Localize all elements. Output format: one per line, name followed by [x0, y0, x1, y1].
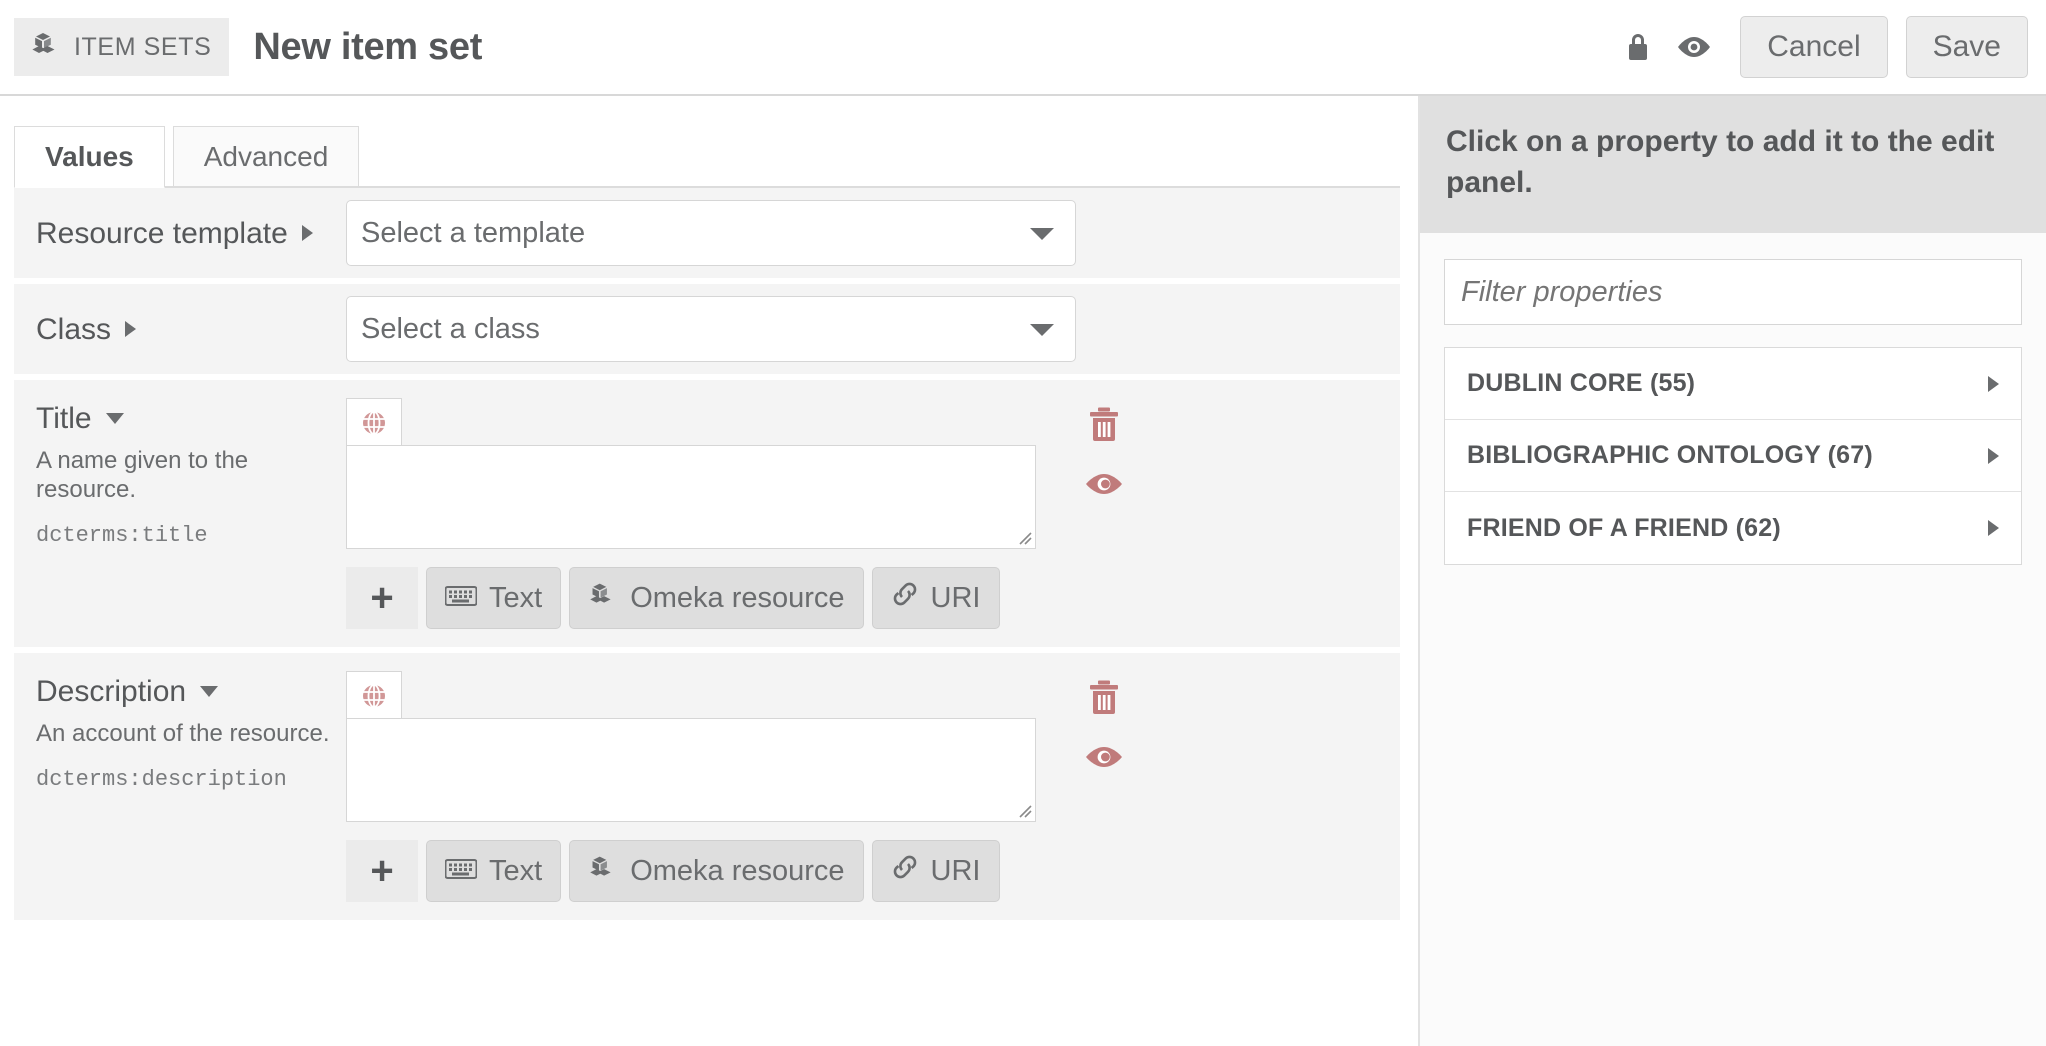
eye-icon[interactable] — [1084, 471, 1124, 502]
value-textarea-description[interactable] — [346, 718, 1036, 822]
value-type-buttons: + Text Omeka resource URI — [346, 840, 1400, 902]
globe-icon[interactable] — [346, 398, 402, 446]
link-icon — [891, 581, 919, 615]
add-value-button[interactable]: + — [346, 840, 418, 902]
page-body: Values Advanced Resource template Select… — [0, 96, 2046, 1046]
cubes-icon — [588, 855, 618, 888]
tab-advanced[interactable]: Advanced — [172, 126, 360, 188]
field-label-class: Class — [14, 313, 346, 346]
breadcrumb-label: ITEM SETS — [74, 32, 212, 61]
value-textarea-title[interactable] — [346, 445, 1036, 549]
value-row — [346, 398, 1400, 549]
resource-template-label: Resource template — [36, 216, 288, 250]
add-value-button[interactable]: + — [346, 567, 418, 629]
value-type-buttons: + Text Omeka resource URI — [346, 567, 1400, 629]
value-type-omeka-resource-button[interactable]: Omeka resource — [569, 567, 864, 629]
value-type-omeka-resource-button[interactable]: Omeka resource — [569, 840, 864, 902]
keyboard-icon — [444, 582, 478, 615]
property-title-qname: dcterms:title — [36, 522, 208, 548]
trash-icon[interactable] — [1087, 679, 1121, 722]
edit-panel: Values Advanced Resource template Select… — [0, 96, 1418, 1046]
property-description-label: Description — [36, 675, 187, 708]
property-description-values: + Text Omeka resource URI — [346, 671, 1400, 902]
tab-underline — [14, 186, 1400, 188]
resource-template-select[interactable]: Select a template — [346, 200, 1076, 266]
chevron-right-icon[interactable] — [125, 321, 137, 337]
value-type-uri-button[interactable]: URI — [871, 840, 1000, 902]
chevron-right-icon — [1988, 447, 1999, 464]
vocabulary-item-friend-of-a-friend[interactable]: FRIEND OF A FRIEND (62) — [1445, 492, 2021, 564]
chevron-down-icon[interactable] — [105, 413, 124, 424]
value-input-group — [346, 398, 1036, 549]
property-description-qname: dcterms:description — [36, 766, 287, 792]
lock-icon[interactable] — [1610, 19, 1666, 75]
value-row — [346, 671, 1400, 822]
property-label-block: Title A name given to the resource. dcte… — [14, 398, 346, 548]
field-resource-template: Resource template Select a template — [14, 188, 1400, 278]
value-type-omeka-resource-label: Omeka resource — [630, 581, 845, 614]
chevron-right-icon — [1988, 520, 1999, 536]
value-type-uri-button[interactable]: URI — [871, 567, 1000, 629]
save-button[interactable]: Save — [1905, 16, 2028, 78]
property-title-label: Title — [36, 402, 92, 435]
vocabulary-name: DUBLIN CORE (55) — [1467, 369, 1696, 397]
link-icon — [891, 854, 919, 888]
cubes-icon — [588, 582, 618, 615]
item-sets-cubes-icon — [32, 32, 62, 63]
filter-properties-input[interactable] — [1444, 259, 2022, 325]
value-type-omeka-resource-label: Omeka resource — [630, 854, 845, 887]
top-bar-actions: Cancel Save — [1610, 16, 2028, 78]
chevron-right-icon[interactable] — [301, 225, 313, 241]
vocabulary-item-bibliographic-ontology[interactable]: BIBLIOGRAPHIC ONTOLOGY (67) — [1445, 420, 2021, 492]
sidebar-body: DUBLIN CORE (55) BIBLIOGRAPHIC ONTOLOGY … — [1420, 233, 2046, 1046]
eye-icon[interactable] — [1666, 19, 1722, 75]
chevron-down-icon[interactable] — [200, 686, 219, 697]
resize-grip-icon[interactable] — [1016, 802, 1032, 818]
tab-values[interactable]: Values — [14, 126, 165, 188]
resize-grip-icon[interactable] — [1016, 529, 1032, 545]
sidebar-heading-block: Click on a property to add it to the edi… — [1420, 96, 2046, 233]
field-label-resource-template: Resource template — [14, 217, 346, 250]
value-type-text-label: Text — [489, 854, 543, 887]
value-type-uri-label: URI — [930, 854, 981, 887]
value-type-uri-label: URI — [930, 581, 981, 614]
property-title: Title A name given to the resource. dcte… — [14, 380, 1400, 647]
value-type-text-label: Text — [489, 581, 543, 614]
keyboard-icon — [444, 855, 478, 888]
value-type-text-button[interactable]: Text — [426, 840, 562, 902]
breadcrumb[interactable]: ITEM SETS — [14, 18, 230, 76]
vocabulary-name: FRIEND OF A FRIEND (62) — [1467, 513, 1781, 542]
property-selector-sidebar: Click on a property to add it to the edi… — [1418, 96, 2046, 1046]
class-select-wrap: Select a class — [346, 296, 1076, 362]
cancel-button[interactable]: Cancel — [1740, 16, 1888, 78]
property-description-description: An account of the resource. — [36, 720, 330, 747]
class-select[interactable]: Select a class — [346, 296, 1076, 362]
eye-icon[interactable] — [1084, 744, 1124, 775]
value-actions — [1058, 671, 1150, 775]
trash-icon[interactable] — [1087, 406, 1121, 449]
property-title-description: A name given to the resource. — [36, 447, 249, 503]
globe-icon[interactable] — [346, 671, 402, 719]
field-class: Class Select a class — [14, 284, 1400, 374]
class-label: Class — [36, 312, 112, 346]
value-input-group — [346, 671, 1036, 822]
property-title-values: + Text Omeka resource URI — [346, 398, 1400, 629]
property-description: Description An account of the resource. … — [14, 653, 1400, 920]
chevron-right-icon — [1988, 375, 1999, 392]
sidebar-heading: Click on a property to add it to the edi… — [1446, 125, 1995, 199]
vocabulary-name: BIBLIOGRAPHIC ONTOLOGY (67) — [1467, 441, 1873, 469]
tab-bar: Values Advanced — [14, 96, 1400, 188]
resource-template-select-wrap: Select a template — [346, 200, 1076, 266]
value-actions — [1058, 398, 1150, 502]
page-title: New item set — [253, 25, 483, 68]
value-type-text-button[interactable]: Text — [426, 567, 562, 629]
top-bar: ITEM SETS New item set Cancel Save — [0, 0, 2046, 96]
vocabulary-item-dublin-core[interactable]: DUBLIN CORE (55) — [1445, 348, 2021, 420]
vocabulary-list: DUBLIN CORE (55) BIBLIOGRAPHIC ONTOLOGY … — [1444, 347, 2022, 565]
property-label-block: Description An account of the resource. … — [14, 671, 346, 792]
